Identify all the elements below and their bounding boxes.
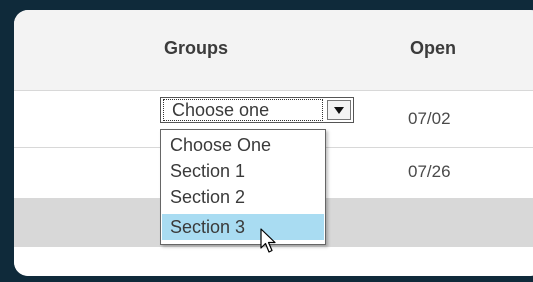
open-date: 07/02 (408, 109, 451, 128)
open-date: 07/26 (408, 162, 451, 181)
option-section-1[interactable]: Section 1 (162, 158, 324, 184)
option-section-2[interactable]: Section 2 (162, 184, 324, 210)
option-choose-one[interactable]: Choose One (162, 132, 324, 158)
caret-down-icon[interactable] (327, 100, 351, 120)
groups-column-header: Groups (164, 38, 229, 58)
mouse-pointer-icon (260, 228, 278, 259)
groups-dropdown-list: Choose One Section 1 Section 2 Section 3 (160, 129, 326, 245)
groups-select[interactable]: Choose one (160, 97, 354, 123)
schedule-table: Groups Open 07/02 07/26 Choose one Choos… (14, 10, 533, 276)
open-column-header: Open (410, 38, 457, 58)
table-header: Groups Open (14, 10, 533, 91)
option-section-3[interactable]: Section 3 (162, 214, 324, 240)
groups-select-value[interactable]: Choose one (163, 99, 323, 121)
